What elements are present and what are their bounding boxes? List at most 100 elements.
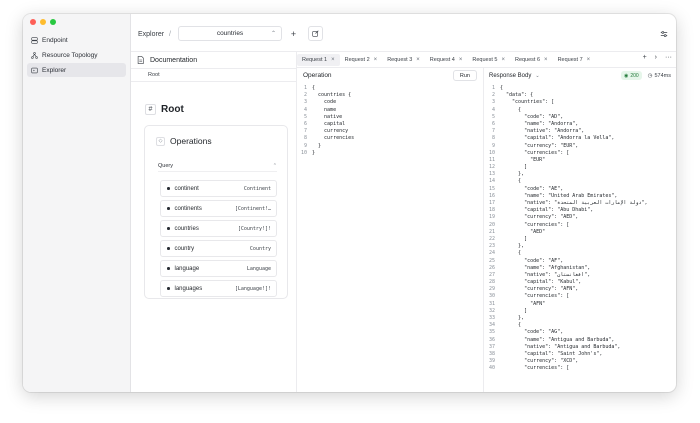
add-tab-button[interactable]: + (643, 54, 647, 61)
line-number: 20 (488, 221, 495, 228)
tab-request-5[interactable]: Request 5 × (467, 54, 510, 66)
field-country[interactable]: country Country (160, 240, 277, 257)
code-text: "capital": "Andorra la Vella", (500, 135, 615, 142)
code-line: 17 "native": "دولة الإمارات العربية المت… (484, 200, 676, 207)
add-endpoint-button[interactable]: + (286, 26, 301, 41)
response-time: ◷ 574ms (648, 73, 671, 79)
code-line: 2 "data": { (484, 92, 676, 99)
line-number: 3 (491, 99, 495, 106)
line-number: 3 (303, 99, 307, 106)
endpoint-select-value: countries (216, 30, 244, 37)
code-text: { (312, 85, 316, 91)
field-continents[interactable]: continents [Continent!… (160, 200, 277, 217)
response-view-select[interactable]: Response Body ⌄ (489, 73, 540, 79)
settings-button[interactable] (656, 26, 671, 41)
topology-icon (31, 51, 38, 59)
status-badge: ◉ 200 (620, 71, 642, 80)
code-line: 37 "native": "Antigua and Barbuda", (484, 344, 676, 351)
line-number: 23 (488, 243, 495, 250)
line-number: 22 (488, 235, 495, 242)
bullet-icon (167, 187, 170, 190)
code-text: "native": "دولة الإمارات العربية المتحدة… (500, 200, 648, 206)
tab-label: Request 7 (557, 56, 583, 63)
document-icon (137, 56, 144, 64)
close-icon[interactable]: × (544, 57, 548, 63)
code-text: "code": "AG", (500, 329, 564, 336)
tab-label: Request 4 (429, 56, 455, 63)
close-icon[interactable]: × (501, 57, 505, 63)
close-icon[interactable]: × (587, 57, 591, 63)
code-line: 10 "currencies": [ (484, 150, 676, 157)
chevron-right-icon[interactable]: › (655, 54, 657, 61)
field-continent[interactable]: continent Continent (160, 180, 277, 197)
line-number: 17 (488, 200, 495, 206)
code-line: 21 "AED" (484, 229, 676, 236)
sidebar-item-endpoint[interactable]: Endpoint (27, 33, 126, 47)
line-number: 33 (488, 315, 495, 321)
sliders-icon (660, 30, 667, 37)
minimize-window-button[interactable] (40, 19, 46, 25)
field-type[interactable]: [Country!]! (238, 226, 271, 232)
field-type[interactable]: Language (247, 266, 271, 272)
explorer-icon (31, 67, 38, 73)
field-type[interactable]: [Language!]! (235, 286, 271, 292)
response-header: Response Body ⌄ ◉ 200 ◷ 574ms (484, 68, 676, 83)
breadcrumb-root[interactable]: Root (148, 72, 160, 78)
endpoint-select[interactable]: countries ⌃ (178, 26, 282, 41)
clock-icon: ◷ (647, 72, 653, 79)
line-number: 5 (303, 113, 307, 120)
field-type[interactable]: Continent (244, 186, 271, 192)
tab-request-2[interactable]: Request 2 × (340, 54, 383, 66)
close-window-button[interactable] (30, 19, 36, 25)
line-number: 1 (491, 85, 495, 91)
operations-icon: ◇ (156, 136, 165, 146)
code-text: { (500, 250, 522, 257)
field-countries[interactable]: countries [Country!]! (160, 220, 277, 237)
response-panel: Response Body ⌄ ◉ 200 ◷ 574ms 1 {2 "data": … (484, 68, 676, 392)
sidebar-item-explorer[interactable]: Explorer (27, 63, 126, 77)
run-button[interactable]: Run (452, 70, 477, 81)
tab-request-7[interactable]: Request 7 × (553, 54, 596, 66)
tab-request-4[interactable]: Request 4 × (425, 54, 468, 66)
code-line: 34 { (484, 322, 676, 329)
more-icon[interactable]: ··· (665, 54, 672, 61)
code-text: "currency": "AED", (500, 214, 579, 221)
tab-request-6[interactable]: Request 6 × (510, 54, 553, 66)
sidebar-nav: Endpoint Resource Topology Explorer (27, 33, 126, 78)
code-line: 4 { (484, 107, 676, 114)
operations-title: Operations (170, 136, 212, 146)
breadcrumb: Root (131, 68, 296, 82)
code-line: 39 "currency": "XCD", (484, 358, 676, 365)
code-text: }, (500, 171, 525, 178)
field-languages[interactable]: languages [Language!]! (160, 280, 277, 297)
close-icon[interactable]: × (374, 57, 378, 63)
close-icon[interactable]: × (459, 57, 463, 63)
tab-request-1[interactable]: Request 1 × (297, 53, 340, 66)
line-number: 25 (488, 257, 495, 264)
code-text: "AFN" (500, 300, 546, 307)
maximize-window-button[interactable] (50, 19, 56, 25)
operation-editor[interactable]: 1{2 countries {3 code 4 name 5 native 6 cap… (297, 85, 483, 392)
line-number: 6 (303, 120, 307, 127)
line-number: 2 (303, 92, 307, 99)
query-section-toggle[interactable]: Query ⌃ (158, 161, 277, 172)
field-language[interactable]: language Language (160, 260, 277, 277)
line-number: 38 (488, 350, 495, 357)
field-type[interactable]: [Continent!… (235, 206, 271, 212)
code-text: } (312, 142, 322, 149)
tab-request-3[interactable]: Request 3 × (382, 54, 425, 66)
close-icon[interactable]: × (416, 57, 420, 63)
edit-endpoint-button[interactable] (308, 26, 323, 41)
close-icon[interactable]: × (331, 57, 335, 63)
sidebar-item-label: Endpoint (42, 36, 68, 44)
code-text: "currency": "EUR", (500, 142, 579, 149)
top-bar: Explorer / countries ⌃ + (131, 14, 676, 52)
code-line: 8 currencies (297, 135, 483, 142)
code-line: 35 "code": "AG", (484, 329, 676, 336)
code-line: 5 native (297, 114, 483, 121)
code-text: "AED" (500, 228, 546, 235)
sidebar-item-resource-topology[interactable]: Resource Topology (27, 48, 126, 62)
field-type[interactable]: Country (250, 246, 271, 252)
line-number: 8 (491, 135, 495, 142)
code-line: 33 }, (484, 315, 676, 322)
